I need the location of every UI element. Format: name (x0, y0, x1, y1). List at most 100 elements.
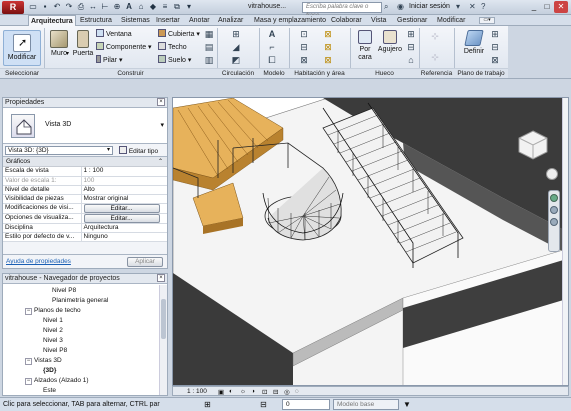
workset-icon[interactable]: ⊞ (204, 400, 211, 409)
application-menu-button[interactable]: R (2, 1, 24, 14)
tab-analizar[interactable]: Analizar (216, 15, 245, 26)
browser-tree-item[interactable]: − Vistas 3D (25, 356, 62, 365)
model-group-icon[interactable]: ⧠ (266, 55, 278, 65)
edit-type-button[interactable]: Editar tipo (119, 146, 158, 155)
tab-estructura[interactable]: Estructura (78, 15, 114, 26)
curtain-system-icon[interactable]: ▦ (204, 29, 214, 39)
viewer-icon[interactable]: ⊠ (490, 55, 500, 65)
level-icon[interactable]: ⊹ (430, 31, 440, 41)
viewport-scrollbar[interactable] (562, 98, 568, 385)
type-selector[interactable]: Vista 3D ▾ (3, 108, 167, 144)
exchange-icon[interactable]: ✕ (469, 2, 479, 12)
tab-colaborar[interactable]: Colaborar (329, 15, 364, 26)
room-separator-icon[interactable]: ⊟ (298, 42, 310, 52)
roof-button[interactable]: Cubierta ▾ (158, 29, 200, 40)
detail-level-icon[interactable]: ▣ (218, 388, 224, 396)
property-value[interactable]: Arquitectura (81, 223, 167, 233)
tab-insertar[interactable]: Insertar (154, 15, 182, 26)
design-option-field[interactable]: Modelo base (333, 399, 399, 410)
area-icon[interactable]: ⊠ (322, 29, 334, 39)
tab-sistemas[interactable]: Sistemas (119, 15, 152, 26)
curtain-grid-icon[interactable]: ▤ (204, 42, 214, 52)
search-input[interactable]: Escriba palabra clave o frase (302, 2, 382, 19)
3d-viewport[interactable] (172, 97, 569, 386)
dormer-icon[interactable]: ⌂ (405, 55, 417, 65)
chevron-down-icon[interactable]: ▾ (456, 2, 466, 12)
floor-button[interactable]: Suelo ▾ (158, 55, 191, 66)
tag-icon[interactable]: ⊕ (112, 2, 122, 12)
area-boundary-icon[interactable]: ⊠ (322, 42, 334, 52)
modify-button[interactable]: ➚ Modificar (3, 30, 41, 66)
undo-icon[interactable]: ↶ (52, 2, 62, 12)
zoom-icon[interactable] (550, 206, 558, 214)
property-value[interactable]: Ninguno (81, 232, 167, 242)
print-icon[interactable]: ⎙ (76, 2, 86, 12)
view-scale[interactable]: 1 : 100 (187, 388, 207, 395)
component-button[interactable]: Componente ▾ (96, 42, 152, 53)
browser-tree-item[interactable]: Nivel P8 (34, 346, 67, 355)
close-browser-icon[interactable]: × (157, 274, 165, 282)
browser-tree-item[interactable]: Nivel 3 (34, 336, 63, 345)
property-value[interactable]: Alto (81, 185, 167, 195)
show-workplane-icon[interactable]: ⊞ (490, 29, 500, 39)
ref-plane-icon[interactable]: ⊟ (490, 42, 500, 52)
grid-icon[interactable]: ⊹ (430, 52, 440, 62)
tab-arquitectura[interactable]: Arquitectura (28, 15, 76, 26)
browser-scrollbar[interactable] (159, 285, 167, 395)
close-palette-icon[interactable]: × (157, 98, 165, 106)
editable-icon[interactable]: ⊟ (260, 400, 267, 409)
shaft-button[interactable]: Agujero (377, 30, 403, 54)
wall-opening-icon[interactable]: ⊞ (405, 29, 417, 39)
property-value[interactable]: Mostrar original (81, 194, 167, 204)
thin-lines-icon[interactable]: ≡ (160, 2, 170, 12)
qat-dropdown-icon[interactable]: ▾ (184, 2, 194, 12)
text-icon[interactable]: A (124, 2, 134, 12)
browser-tree-item[interactable]: Planimetría general (43, 296, 108, 305)
type-dropdown-icon[interactable]: ▾ (160, 121, 164, 129)
section-icon[interactable]: ◆ (148, 2, 158, 12)
apply-button[interactable]: Aplicar (127, 257, 163, 267)
redo-icon[interactable]: ↷ (64, 2, 74, 12)
maximize-icon[interactable]: □ (541, 1, 553, 13)
vertical-opening-icon[interactable]: ⊟ (405, 42, 417, 52)
stair-icon[interactable]: ◩ (230, 55, 242, 65)
visual-style-icon[interactable]: ◐ (229, 388, 233, 395)
instance-selector[interactable]: Vista 3D: {3D} ▾ (5, 146, 113, 155)
window-button[interactable]: Ventana (96, 29, 132, 40)
filter-icon[interactable]: ▼ (403, 400, 411, 409)
tag-room-icon[interactable]: ⊠ (298, 55, 310, 65)
model-line-icon[interactable]: ⌐ (266, 42, 278, 52)
edit-display-options-button[interactable]: Editar... (83, 213, 160, 222)
lock-view-icon[interactable]: ⊟ (273, 388, 278, 396)
browser-tree-item[interactable]: {3D} (34, 366, 56, 375)
section-graphics[interactable]: Gráficos ⌃ (3, 157, 167, 167)
browser-tree-item[interactable]: Este (34, 386, 56, 395)
tag-area-icon[interactable]: ⊠ (322, 55, 334, 65)
railing-icon[interactable]: ⊞ (230, 29, 242, 39)
measure-icon[interactable]: ↔ (88, 2, 98, 12)
help-icon[interactable]: ? (481, 2, 491, 12)
browser-tree-item[interactable]: Nivel P8 (43, 286, 76, 295)
property-value[interactable]: 1 : 100 (81, 167, 167, 177)
user-icon[interactable]: ◉ (397, 2, 407, 12)
search-icon[interactable]: ⌕ (384, 2, 394, 12)
ramp-icon[interactable]: ◢ (230, 42, 242, 52)
shadows-icon[interactable]: ◑ (251, 388, 255, 395)
close-window-icon[interactable]: ✕ (554, 1, 568, 13)
save-icon[interactable]: ▪ (40, 2, 50, 12)
room-icon[interactable]: ⊡ (298, 29, 310, 39)
opening-by-face-button[interactable]: Por cara (355, 30, 375, 62)
door-button[interactable]: Puerta (72, 30, 94, 58)
scrollbar-thumb[interactable] (161, 299, 166, 339)
collapse-toggle-icon[interactable]: − (25, 308, 32, 315)
collapse-toggle-icon[interactable]: − (25, 378, 32, 385)
model-text-icon[interactable]: A (266, 29, 278, 39)
steering-wheel-icon[interactable] (550, 194, 558, 202)
wall-dropdown-icon[interactable]: ▾ (66, 50, 69, 57)
tab-gestionar[interactable]: Gestionar (395, 15, 429, 26)
browser-tree-item[interactable]: Nivel 2 (34, 326, 63, 335)
sign-in-link[interactable]: Iniciar sesión (409, 3, 450, 10)
compass-ring[interactable] (546, 168, 558, 180)
crop-view-icon[interactable]: ⊡ (262, 388, 267, 396)
properties-help-link[interactable]: Ayuda de propiedades (6, 258, 71, 265)
